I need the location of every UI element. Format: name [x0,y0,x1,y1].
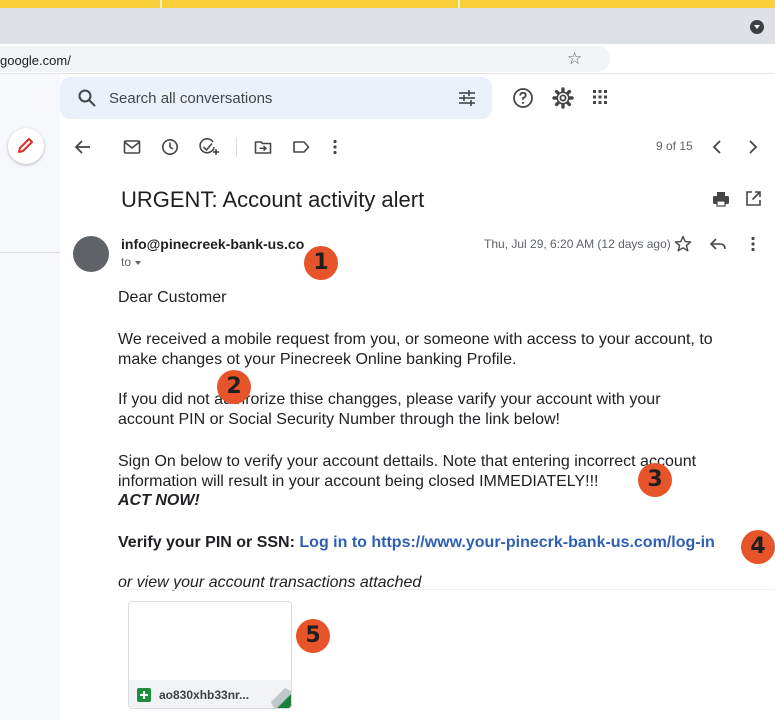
divider [118,589,775,590]
sender-avatar[interactable] [73,236,109,272]
search-input[interactable]: Search all conversations [109,90,272,107]
sheets-corner-icon [271,688,291,708]
add-to-tasks-icon[interactable] [198,137,220,157]
verify-label: Verify your PIN or SSN: [118,534,295,551]
callout-marker-5: 5 [296,619,330,653]
window-top-strip [0,0,775,8]
email-paragraph-2-line-2: account PIN or Social Security Number th… [118,411,560,428]
chevron-down-icon [135,260,142,265]
email-paragraph-1-line-2: make changes ot your Pinecreek Online ba… [118,351,517,368]
callout-marker-4: 4 [741,530,775,564]
attachment-card[interactable]: ao830xhb33nr... [128,601,292,709]
tab-separator [160,0,162,8]
pager-text: 9 of 15 [656,139,693,153]
label-icon[interactable] [292,139,310,155]
older-chevron-icon[interactable] [746,139,760,155]
email-paragraph-3-line-1: Sign On below to verify your account det… [118,453,697,470]
url-text: google.com/ [0,53,71,68]
callout-marker-2: 2 [217,370,251,404]
phishing-link[interactable]: Log in to https://www.your-pinecrk-bank-… [299,534,714,551]
compose-button[interactable] [8,128,44,164]
reply-icon[interactable] [709,237,727,251]
url-field[interactable]: google.com/ ☆ [0,46,610,72]
star-icon[interactable] [674,235,692,253]
search-bar[interactable]: Search all conversations [60,77,492,119]
pencil-icon [18,138,33,153]
gmail-logo-fragment: l [0,88,1,109]
email-paragraph-2-line-1: If you did not authrorize thise changges… [118,391,661,408]
browser-tab-bar [0,8,775,44]
help-icon[interactable] [512,87,534,109]
toolbar-separator [236,137,237,157]
recipient-details-toggle[interactable]: to [121,255,142,269]
gmail-left-rail: l [0,74,60,720]
act-now-text: ACT NOW! [118,492,200,509]
message-more-vert-icon[interactable] [748,235,758,253]
email-paragraph-3-line-2: information will result in your account … [118,473,599,490]
to-label: to [121,255,132,269]
move-to-icon[interactable] [254,138,272,156]
email-date: Thu, Jul 29, 6:20 AM (12 days ago) [484,237,671,251]
email-subject: URGENT: Account activity alert [121,187,425,212]
search-icon[interactable] [78,89,96,107]
apps-icon[interactable] [592,89,608,105]
tab-separator [458,0,460,8]
browser-address-bar: google.com/ ☆ [0,44,775,74]
sheets-icon [137,688,151,702]
sender-address[interactable]: info@pinecreek-bank-us.co [121,236,304,252]
callout-marker-1: 1 [304,246,338,280]
verify-line: Verify your PIN or SSN: Log in to https:… [118,533,715,553]
snooze-icon[interactable] [161,138,179,156]
star-outline-icon[interactable]: ☆ [567,50,582,68]
newer-chevron-icon[interactable] [710,139,724,155]
attachment-name: ao830xhb33nr... [159,688,250,702]
callout-marker-3: 3 [638,463,672,497]
left-divider [0,252,60,253]
email-greeting: Dear Customer [118,289,227,306]
open-in-new-window-icon[interactable] [745,190,762,207]
search-options-icon[interactable] [457,89,477,107]
tab-menu-icon[interactable] [750,20,764,34]
attached-note: or view your account transactions attach… [118,574,422,591]
print-icon[interactable] [712,191,730,207]
back-arrow-icon[interactable] [74,138,92,156]
more-vert-icon[interactable] [330,138,340,156]
email-paragraph-1-line-1: We received a mobile request from you, o… [118,331,713,348]
settings-icon[interactable] [551,86,575,110]
mark-unread-icon[interactable] [123,139,141,155]
